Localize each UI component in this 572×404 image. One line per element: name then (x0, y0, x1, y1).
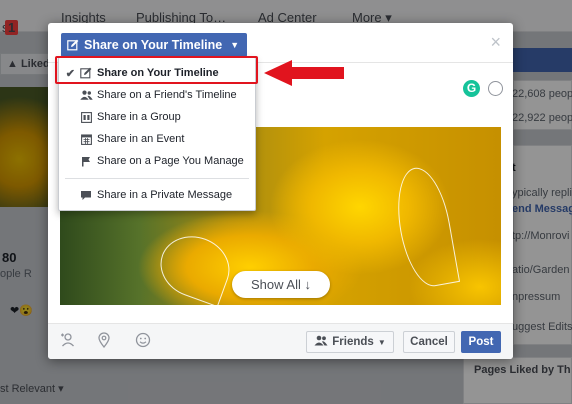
annotation-highlight-box (55, 56, 258, 84)
annotation-arrow-icon (264, 60, 344, 86)
menu-item-private-message[interactable]: Share in a Private Message (59, 184, 255, 206)
menu-item-group[interactable]: Share in a Group (59, 106, 255, 128)
friends-icon (75, 90, 97, 100)
group-icon (75, 111, 97, 123)
friends-icon (314, 335, 328, 349)
menu-item-label: Share in a Group (97, 111, 181, 123)
share-destination-dropdown[interactable]: Share on Your Timeline ▼ (61, 33, 248, 57)
menu-item-label: Share in a Private Message (97, 189, 233, 201)
flag-icon (75, 156, 97, 167)
emoji-icon[interactable] (488, 81, 503, 96)
menu-item-event[interactable]: Share in an Event (59, 128, 255, 150)
close-button[interactable]: × (490, 33, 501, 51)
cancel-button[interactable]: Cancel (403, 331, 455, 353)
menu-item-label: Share in an Event (97, 133, 185, 145)
flower-outline (389, 163, 461, 291)
calendar-icon (75, 133, 97, 145)
chevron-down-icon: ▼ (230, 40, 240, 50)
menu-item-label: Share on a Page You Manage (97, 155, 244, 167)
menu-divider (65, 178, 249, 179)
audience-label: Friends (332, 336, 374, 348)
share-destination-label: Share on Your Timeline (84, 38, 223, 52)
location-pin-icon[interactable] (97, 332, 111, 352)
tag-people-icon[interactable] (60, 332, 76, 352)
grammarly-icon[interactable]: G (463, 80, 480, 97)
feeling-emoji-icon[interactable] (135, 332, 151, 352)
menu-item-label: Share on a Friend's Timeline (97, 89, 237, 101)
dialog-footer: Friends ▼ Cancel Post (48, 323, 513, 359)
show-all-button[interactable]: Show All ↓ (232, 271, 330, 298)
audience-selector[interactable]: Friends ▼ (306, 331, 394, 353)
chevron-down-icon: ▼ (377, 337, 386, 347)
edit-icon (67, 39, 79, 51)
post-button[interactable]: Post (461, 331, 501, 353)
flower-outline (151, 226, 239, 305)
menu-item-friends-timeline[interactable]: Share on a Friend's Timeline (59, 84, 255, 106)
menu-item-page[interactable]: Share on a Page You Manage (59, 150, 255, 172)
message-icon (75, 190, 97, 201)
